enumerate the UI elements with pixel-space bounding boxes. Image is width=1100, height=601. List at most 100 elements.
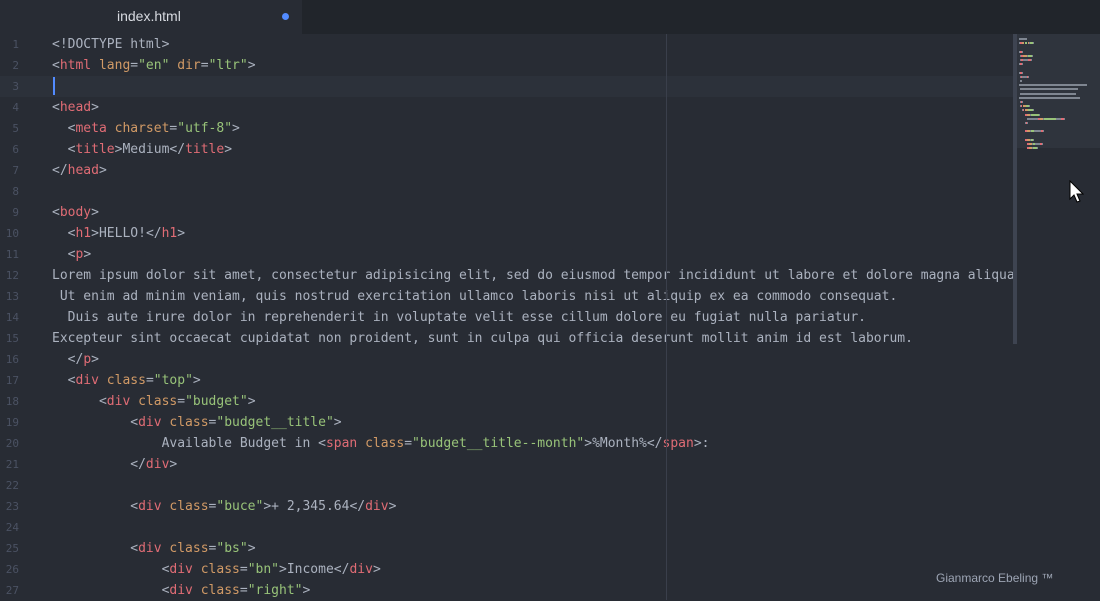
minimap-token	[1021, 80, 1022, 82]
code-line[interactable]: 17 <div class="top">	[0, 370, 1015, 391]
tab-index-html[interactable]: index.html	[0, 0, 302, 34]
minimap-token	[1020, 92, 1077, 95]
code-token: <	[52, 373, 76, 388]
code-line[interactable]: 13 Ut enim ad minim veniam, quis nostrud…	[0, 286, 1015, 307]
code-editor[interactable]: 27 <div class="right"> 26 <div class="bn"…	[0, 34, 1023, 601]
code-line[interactable]: 6 <title>Medium</title>	[0, 139, 1015, 160]
code-token: div	[169, 583, 193, 598]
code-line[interactable]: 1 <!DOCTYPE html>	[0, 34, 1015, 55]
code-line[interactable]: 18 <div class="budget">	[0, 391, 1015, 412]
line-number: 26	[5, 563, 19, 576]
code-line[interactable]: 4 <head>	[0, 97, 1015, 118]
line-number: 21	[5, 458, 19, 471]
line-code: <div class="budget">	[52, 391, 256, 412]
code-token: "right"	[247, 583, 303, 598]
code-token: =	[239, 583, 248, 598]
code-line[interactable]: 24	[0, 517, 1015, 538]
code-line[interactable]: 21 </div>	[0, 454, 1015, 475]
code-token: >	[693, 436, 702, 451]
code-token: =	[130, 58, 139, 73]
code-token: HELLO!	[98, 226, 146, 241]
minimap-token	[1032, 138, 1034, 141]
code-line[interactable]: 10 <h1>HELLO!</h1>	[0, 223, 1015, 244]
code-token: >	[232, 121, 240, 136]
code-token: div	[138, 415, 162, 430]
code-line[interactable]: 19 <div class="budget__title">	[0, 412, 1015, 433]
code-line[interactable]: 8	[0, 181, 1015, 202]
line-code: <div class="bs">	[52, 538, 255, 559]
code-token: >	[333, 415, 342, 430]
code-line[interactable]: 22	[0, 475, 1015, 496]
code-line[interactable]: 15 Excepteur sint occaecat cupidatat non …	[0, 328, 1015, 349]
minimap-token	[1021, 50, 1023, 53]
minimap-token	[1019, 88, 1079, 91]
code-token: class	[169, 541, 209, 556]
code-line[interactable]: 3	[0, 76, 1015, 97]
line-number: 2	[12, 59, 19, 72]
code-token: >	[224, 142, 233, 157]
code-token: class	[106, 373, 146, 388]
code-line[interactable]: 16 </p>	[0, 349, 1015, 370]
code-token: class	[138, 394, 178, 409]
line-code: <div class="budget__title">	[52, 412, 342, 433]
code-line[interactable]: 12 Lorem ipsum dolor sit amet, consectetu…	[0, 265, 1023, 286]
code-token: Excepteur sint occaecat cupidatat non pr…	[52, 331, 913, 346]
code-line[interactable]: 25 <div class="bs">	[0, 538, 1015, 559]
code-token: Duis aute irure dolor in reprehenderit i…	[52, 310, 866, 325]
code-token: Ut enim ad minim veniam, quis nostrud ex…	[52, 289, 898, 304]
code-line[interactable]: 26 <div class="bn">Income</div>	[0, 559, 1015, 580]
code-token: </	[333, 562, 350, 577]
code-token: "budget__title"	[216, 415, 334, 430]
code-token: class	[169, 415, 209, 430]
line-code: <div class="buce">+ 2,345.64</div>	[52, 496, 396, 517]
line-number: 8	[12, 185, 19, 198]
code-token: Available Budget in	[52, 436, 319, 451]
line-code: <div class="bn">Income</div>	[52, 559, 381, 580]
line-code: Lorem ipsum dolor sit amet, consectetur …	[52, 265, 1023, 286]
modified-dot-icon[interactable]	[282, 13, 289, 20]
code-line[interactable]: 7 </head>	[0, 160, 1015, 181]
code-token: "ltr"	[208, 58, 248, 73]
minimap-token	[1032, 109, 1034, 112]
code-token: >	[279, 562, 287, 577]
code-line[interactable]: 11 <p>	[0, 244, 1015, 265]
code-token: >	[91, 226, 99, 241]
code-token: >	[247, 58, 256, 73]
code-line[interactable]: 9 <body>	[0, 202, 1015, 223]
code-token: h1	[75, 226, 92, 241]
line-number: 10	[5, 227, 19, 240]
code-token: div	[106, 394, 131, 409]
code-token: <	[52, 415, 139, 430]
code-token: div	[169, 562, 193, 577]
mouse-pointer-icon	[1069, 180, 1085, 203]
line-number: 6	[12, 143, 19, 156]
code-token: <	[52, 583, 170, 598]
code-line[interactable]: 2 <html lang="en" dir="ltr">	[0, 55, 1015, 76]
minimap-token	[1019, 38, 1028, 40]
code-token: >	[83, 247, 92, 262]
code-line[interactable]: 14 Duis aute irure dolor in reprehenderi…	[0, 307, 1015, 328]
tab-bar: index.html	[0, 0, 1100, 34]
watermark: Gianmarco Ebeling ™	[936, 571, 1054, 585]
code-token: <	[52, 541, 139, 556]
code-token: Income	[286, 562, 334, 577]
line-code: Ut enim ad minim veniam, quis nostrud ex…	[52, 286, 897, 307]
code-token: >	[98, 163, 107, 178]
line-code: </p>	[52, 349, 99, 370]
line-code: Duis aute irure dolor in reprehenderit i…	[52, 307, 866, 328]
code-token: =	[177, 394, 186, 409]
minimap-token	[1021, 101, 1023, 103]
minimap[interactable]	[1017, 34, 1100, 600]
line-number: 12	[5, 269, 19, 282]
line-number: 15	[5, 332, 19, 345]
line-number: 7	[12, 164, 19, 177]
code-line[interactable]: 27 <div class="right">	[0, 580, 1015, 601]
line-number: 3	[12, 80, 19, 93]
code-line[interactable]: 20 Available Budget in <span class="budg…	[0, 433, 1015, 454]
code-line[interactable]: 5 <meta charset="utf-8">	[0, 118, 1015, 139]
code-line[interactable]: 23 <div class="buce">+ 2,345.64</div>	[0, 496, 1015, 517]
minimap-token	[1027, 75, 1029, 78]
